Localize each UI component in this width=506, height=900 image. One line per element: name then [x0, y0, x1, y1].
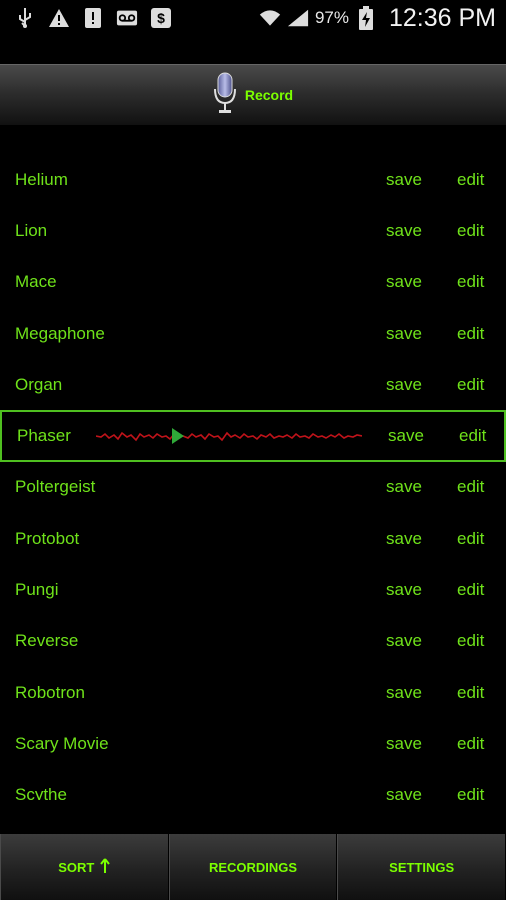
edit-button[interactable]: edit	[457, 734, 484, 754]
list-item[interactable]: Reverse save edit	[0, 616, 506, 667]
status-bar: $ 97% 12:36 PM	[0, 0, 506, 36]
save-button[interactable]: save	[386, 734, 422, 754]
save-button[interactable]: save	[386, 683, 422, 703]
battery-charging-icon	[355, 6, 377, 30]
save-button[interactable]: save	[386, 529, 422, 549]
edit-button[interactable]: edit	[457, 221, 484, 241]
battery-percent: 97%	[314, 8, 349, 27]
list-item[interactable]: Megaphone save edit	[0, 308, 506, 359]
effect-name: Poltergeist	[15, 477, 96, 497]
list-item[interactable]: Protobot save edit	[0, 513, 506, 564]
edit-button[interactable]: edit	[457, 170, 484, 190]
effect-name: Protobot	[15, 528, 80, 548]
signal-icon	[287, 7, 309, 29]
edit-button[interactable]: edit	[457, 477, 484, 497]
save-button[interactable]: save	[386, 631, 422, 651]
tab-recordings[interactable]: RECORDINGS	[168, 834, 338, 900]
recordings-label: RECORDINGS	[208, 859, 298, 875]
tab-settings[interactable]: SETTINGS	[337, 834, 506, 900]
list-item[interactable]: Mace save edit	[0, 257, 506, 308]
bottom-tab-bar: SORT RECORDINGS SETTINGS	[0, 834, 506, 900]
effect-name: Scythe	[15, 785, 67, 800]
save-button[interactable]: save	[386, 375, 422, 395]
effect-name: Scary Movie	[15, 733, 109, 753]
edit-button[interactable]: edit	[457, 529, 484, 549]
edit-button[interactable]: edit	[457, 785, 484, 800]
effect-name: Organ	[15, 374, 63, 394]
wifi-icon	[259, 7, 281, 29]
save-button[interactable]: save	[386, 477, 422, 497]
save-button[interactable]: save	[386, 785, 422, 800]
effect-name: Reverse	[15, 631, 79, 651]
effect-name: Phaser	[17, 426, 71, 446]
effect-name: Lion	[15, 220, 48, 240]
voice-effects-list[interactable]: Helium save edit Lion save edit Mace sav…	[0, 154, 506, 800]
edit-button[interactable]: edit	[457, 683, 484, 703]
effect-name: Helium	[15, 169, 68, 189]
record-button[interactable]: Record	[0, 64, 506, 126]
edit-button[interactable]: edit	[457, 272, 484, 292]
clock: 12:36 PM	[388, 3, 496, 32]
warning-icon	[48, 7, 70, 29]
record-label: Record	[244, 87, 294, 103]
save-button[interactable]: save	[386, 580, 422, 600]
effect-name: Mace	[15, 272, 57, 292]
list-item[interactable]: Robotron save edit	[0, 667, 506, 718]
save-button[interactable]: save	[386, 221, 422, 241]
list-item[interactable]: Scary Movie save edit	[0, 718, 506, 769]
svg-text:$: $	[157, 10, 165, 26]
voicemail-icon	[116, 7, 138, 29]
sort-arrow-icon	[100, 857, 111, 877]
usb-icon	[14, 7, 36, 29]
save-button[interactable]: save	[386, 324, 422, 344]
list-item[interactable]: Pungi save edit	[0, 564, 506, 615]
list-item[interactable]: Helium save edit	[0, 154, 506, 205]
edit-button[interactable]: edit	[457, 580, 484, 600]
list-item[interactable]: Scythe save edit	[0, 770, 506, 800]
save-button[interactable]: save	[386, 272, 422, 292]
waveform-preview[interactable]	[95, 424, 363, 453]
settings-label: SETTINGS	[389, 859, 455, 875]
list-item-selected[interactable]: Phaser save edit	[0, 410, 506, 462]
list-item[interactable]: Organ save edit	[0, 359, 506, 410]
list-item[interactable]: Lion save edit	[0, 205, 506, 256]
edit-button[interactable]: edit	[457, 375, 484, 395]
play-icon	[172, 428, 184, 445]
dollar-app-icon: $	[150, 7, 172, 29]
edit-button[interactable]: edit	[457, 324, 484, 344]
effect-name: Robotron	[15, 682, 85, 702]
sim-alert-icon	[82, 7, 104, 29]
effect-name: Megaphone	[15, 323, 105, 343]
save-button[interactable]: save	[386, 170, 422, 190]
sort-label: SORT	[58, 859, 95, 875]
list-item[interactable]: Poltergeist save edit	[0, 462, 506, 513]
edit-button[interactable]: edit	[459, 426, 486, 446]
edit-button[interactable]: edit	[457, 631, 484, 651]
effect-name: Pungi	[15, 580, 59, 600]
microphone-icon	[213, 71, 237, 120]
tab-sort[interactable]: SORT	[0, 834, 169, 900]
save-button[interactable]: save	[388, 426, 424, 446]
